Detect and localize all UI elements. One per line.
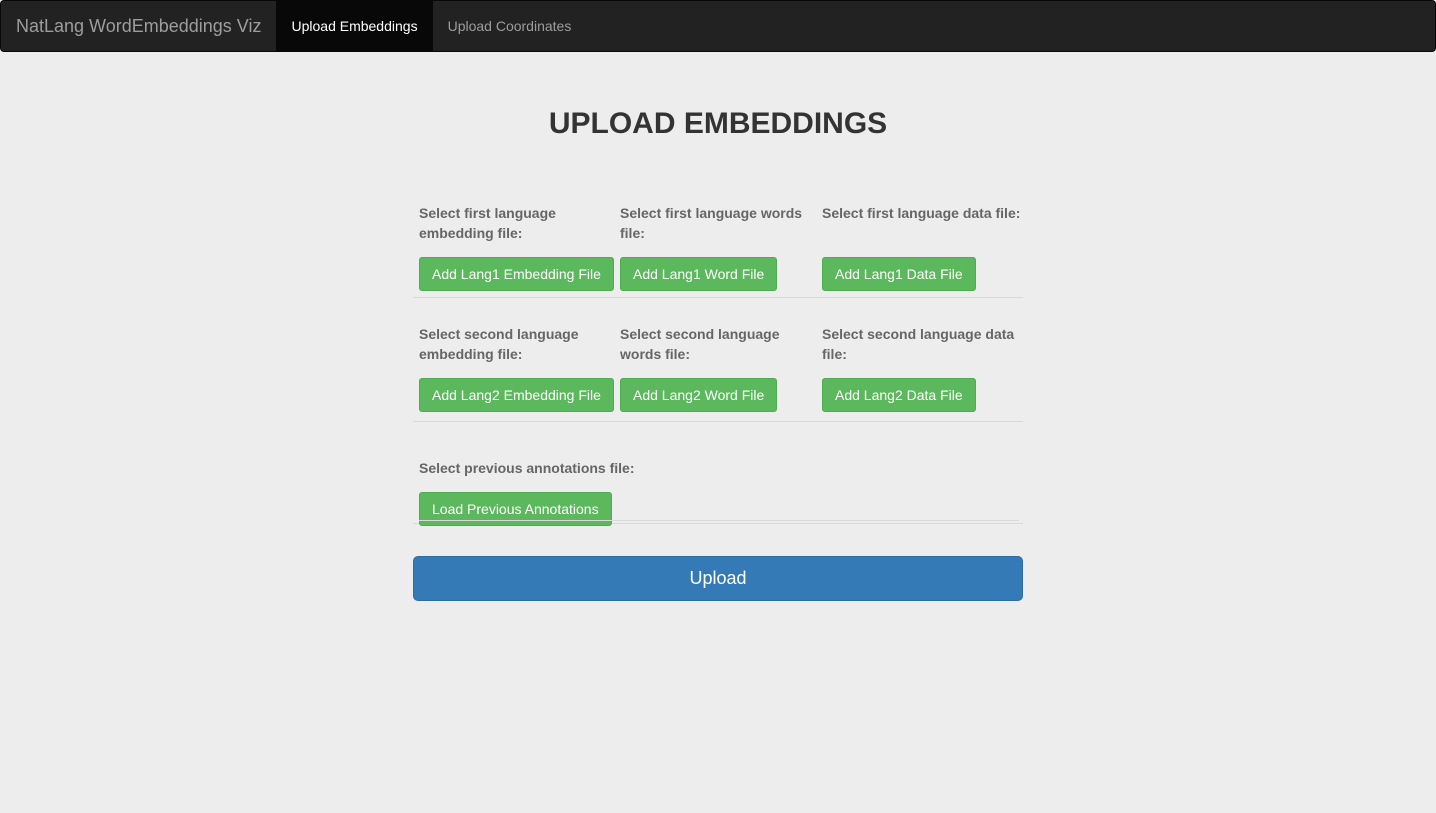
nav-upload-embeddings[interactable]: Upload Embeddings (276, 1, 433, 51)
upload-form: Select first language embedding file: Ad… (413, 195, 1023, 526)
navbar-brand[interactable]: NatLang WordEmbeddings Viz (1, 1, 276, 51)
annotations-group: Select previous annotations file: Load P… (419, 440, 819, 526)
annotations-label: Select previous annotations file: (419, 460, 635, 476)
lang1-data-label: Select first language data file: (822, 205, 1021, 221)
top-navbar: NatLang WordEmbeddings Viz Upload Embedd… (0, 0, 1436, 52)
lang2-data-label: Select second language data file: (822, 326, 1015, 362)
add-lang1-embedding-button[interactable]: Add Lang1 Embedding File (419, 257, 614, 291)
add-lang2-word-button[interactable]: Add Lang2 Word File (620, 378, 778, 412)
add-lang2-embedding-button[interactable]: Add Lang2 Embedding File (419, 378, 614, 412)
lang2-row: Select second language embedding file: A… (413, 298, 1023, 422)
divider (419, 520, 1019, 521)
lang1-embedding-label: Select first language embedding file: (419, 205, 556, 241)
nav-upload-coordinates[interactable]: Upload Coordinates (433, 1, 587, 51)
add-lang2-data-button[interactable]: Add Lang2 Data File (822, 378, 976, 412)
lang1-data-group: Select first language data file: Add Lan… (822, 195, 1022, 291)
add-lang1-data-button[interactable]: Add Lang1 Data File (822, 257, 976, 291)
annotations-row: Select previous annotations file: Load P… (413, 422, 1023, 526)
lang1-words-group: Select first language words file: Add La… (620, 195, 816, 291)
lang2-words-label: Select second language words file: (620, 326, 780, 362)
lang2-words-group: Select second language words file: Add L… (620, 316, 816, 412)
page-title: UPLOAD EMBEDDINGS (548, 107, 888, 140)
upload-button[interactable]: Upload (413, 556, 1023, 601)
lang2-embedding-label: Select second language embedding file: (419, 326, 579, 362)
lang1-words-label: Select first language words file: (620, 205, 803, 241)
lang2-embedding-group: Select second language embedding file: A… (419, 316, 615, 412)
add-lang1-word-button[interactable]: Add Lang1 Word File (620, 257, 778, 291)
lang1-row: Select first language embedding file: Ad… (413, 195, 1023, 298)
lang1-embedding-group: Select first language embedding file: Ad… (419, 195, 615, 291)
lang2-data-group: Select second language data file: Add La… (822, 316, 1022, 412)
